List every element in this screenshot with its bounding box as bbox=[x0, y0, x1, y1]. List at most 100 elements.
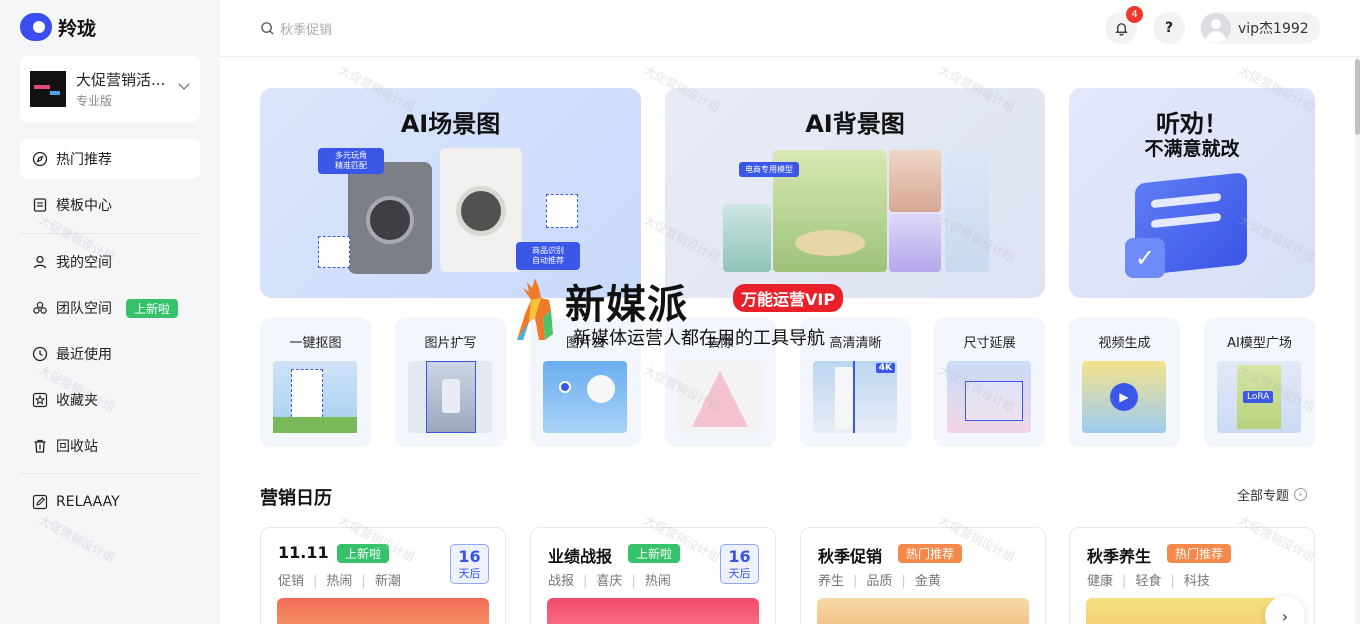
tool-label: 图片扩写 bbox=[424, 336, 477, 351]
chevron-down-icon bbox=[178, 78, 190, 90]
tool-label: 一键抠图 bbox=[289, 336, 342, 351]
play-icon: ▶ bbox=[1110, 383, 1138, 411]
brand-name: 羚珑 bbox=[58, 17, 97, 40]
calendar-card[interactable]: 11.11 上新啦 促销 | 热闹 | 新潮 16 天后 bbox=[260, 527, 506, 624]
tool-thumbnail bbox=[543, 361, 627, 433]
sidebar-item-label: 收藏夹 bbox=[56, 393, 98, 409]
sidebar-item-label: RELAAAY bbox=[56, 494, 120, 510]
tool-thumbnail bbox=[273, 361, 357, 433]
tool-thumbnail: ▶ bbox=[1082, 361, 1166, 433]
deer-logo-icon bbox=[517, 278, 553, 340]
divider bbox=[20, 473, 200, 474]
trash-icon bbox=[32, 438, 48, 454]
calendar-card[interactable]: 秋季促销 热门推荐 养生 | 品质 | 金黄 bbox=[800, 527, 1046, 624]
team-plan: 专业版 bbox=[76, 94, 113, 108]
new-badge: 上新啦 bbox=[126, 298, 179, 318]
card-title: 11.11 bbox=[278, 543, 329, 562]
tool-thumbnail bbox=[678, 361, 762, 433]
clock-icon bbox=[32, 346, 48, 362]
chevron-right-icon: › bbox=[1281, 606, 1289, 624]
edit-icon bbox=[32, 494, 48, 510]
banner-feedback[interactable]: 听劝！ 不满意就改 ✓ bbox=[1069, 88, 1315, 298]
scene-thumbnail bbox=[889, 214, 941, 272]
team-thumbnail bbox=[30, 71, 66, 107]
team-icon bbox=[32, 300, 48, 316]
product-thumbnail bbox=[318, 236, 350, 268]
tool-label: 视频生成 bbox=[1098, 336, 1151, 351]
feature-tag: 电商专用模型 bbox=[739, 162, 799, 177]
search-placeholder: 秋季促销 bbox=[280, 23, 333, 38]
countdown-badge: 16 天后 bbox=[720, 544, 759, 584]
help-icon: ? bbox=[1164, 20, 1174, 36]
watermark-subtitle: 新媒体运营人都在用的工具导航 bbox=[573, 328, 825, 349]
banner-title: AI场景图 bbox=[400, 110, 501, 138]
section-title: 营销日历 bbox=[260, 488, 332, 509]
scene-thumbnail bbox=[889, 150, 941, 212]
card-tags: 健康 | 轻食 | 科技 bbox=[1087, 574, 1210, 589]
washer-image bbox=[348, 162, 432, 274]
divider bbox=[20, 233, 200, 234]
tool-label: 尺寸延展 bbox=[963, 336, 1016, 351]
card-title: 业绩战报 bbox=[548, 547, 613, 566]
scrollbar[interactable] bbox=[1355, 57, 1360, 624]
card-image bbox=[547, 598, 759, 624]
tool-resize[interactable]: 尺寸延展 bbox=[934, 318, 1045, 447]
banner-ai-scene[interactable]: AI场景图 多元玩角 精准匹配 商品识别 自动推荐 bbox=[260, 88, 641, 298]
user-menu[interactable]: vip杰1992 bbox=[1200, 12, 1320, 44]
tool-cutout[interactable]: 一键抠图 bbox=[260, 318, 371, 447]
help-button[interactable]: ? bbox=[1153, 12, 1185, 44]
sidebar-item-label: 最近使用 bbox=[56, 347, 112, 363]
banner-ai-background[interactable]: AI背景图 电商专用模型 bbox=[665, 88, 1045, 298]
search-icon bbox=[261, 22, 274, 35]
all-topics-label: 全部专题 bbox=[1237, 489, 1290, 504]
all-topics-link[interactable]: 全部专题 › bbox=[1237, 485, 1308, 504]
calendar-card[interactable]: 业绩战报 上新啦 战报 | 喜庆 | 热闹 16 天后 bbox=[530, 527, 776, 624]
scene-thumbnail bbox=[945, 150, 989, 272]
sidebar-item-hot[interactable]: 热门推荐 bbox=[20, 139, 200, 179]
feature-tag: 商品识别 自动推荐 bbox=[516, 242, 580, 270]
tool-image-expand[interactable]: 图片扩写 bbox=[395, 318, 506, 447]
sidebar-item-recent[interactable]: 最近使用 bbox=[20, 334, 200, 374]
sidebar-item-relaaay[interactable]: RELAAAY bbox=[20, 482, 200, 522]
sidebar-item-label: 我的空间 bbox=[56, 255, 112, 271]
team-name: 大促营销活... bbox=[76, 71, 166, 89]
sidebar-item-favorites[interactable]: 收藏夹 bbox=[20, 380, 200, 420]
tool-label: AI模型广场 bbox=[1227, 336, 1292, 351]
tool-ai-model[interactable]: AI模型广场 LoRA bbox=[1204, 318, 1315, 447]
notification-button[interactable]: 4 bbox=[1105, 6, 1143, 44]
tool-thumbnail: 4K bbox=[813, 361, 897, 433]
sidebar-item-trash[interactable]: 回收站 bbox=[20, 426, 200, 466]
logo[interactable]: 羚珑 bbox=[20, 13, 96, 41]
sidebar-item-label: 模板中心 bbox=[56, 198, 112, 214]
sidebar-item-templates[interactable]: 模板中心 bbox=[20, 185, 200, 225]
check-icon: ✓ bbox=[1125, 238, 1165, 278]
tool-thumbnail: LoRA bbox=[1217, 361, 1301, 433]
search-input[interactable]: 秋季促销 bbox=[260, 19, 332, 38]
washer-image bbox=[440, 148, 522, 272]
tool-video[interactable]: 视频生成 ▶ bbox=[1069, 318, 1180, 447]
sidebar-item-team-space[interactable]: 团队空间 上新啦 bbox=[20, 288, 200, 328]
countdown-badge: 16 天后 bbox=[450, 544, 489, 584]
card-image bbox=[277, 598, 489, 624]
sidebar-item-label: 回收站 bbox=[56, 439, 98, 455]
watermark-title: 新媒派 bbox=[565, 282, 688, 328]
scene-thumbnail bbox=[723, 204, 771, 272]
avatar bbox=[1201, 13, 1231, 43]
sidebar-item-my-space[interactable]: 我的空间 bbox=[20, 242, 200, 282]
chevron-right-icon: › bbox=[1294, 488, 1308, 501]
status-badge: 上新啦 bbox=[628, 544, 681, 563]
template-icon bbox=[32, 197, 48, 213]
card-title: 秋季养生 bbox=[1087, 547, 1152, 566]
watermark-vip-badge: 万能运营VIP bbox=[733, 284, 844, 312]
scrollbar-thumb[interactable] bbox=[1355, 59, 1360, 135]
team-switcher[interactable]: 大促营销活... 专业版 bbox=[20, 56, 200, 122]
user-icon bbox=[32, 254, 48, 270]
sidebar-item-label: 热门推荐 bbox=[56, 152, 112, 168]
bell-icon bbox=[1114, 22, 1128, 36]
product-thumbnail bbox=[546, 194, 578, 228]
card-tags: 养生 | 品质 | 金黄 bbox=[818, 574, 941, 589]
banner-title: AI背景图 bbox=[805, 110, 905, 138]
logo-icon bbox=[20, 13, 52, 41]
card-tags: 促销 | 热闹 | 新潮 bbox=[278, 574, 401, 589]
watermark-overlay: 新媒派 万能运营VIP 新媒体运营人都在用的工具导航 bbox=[505, 272, 865, 352]
